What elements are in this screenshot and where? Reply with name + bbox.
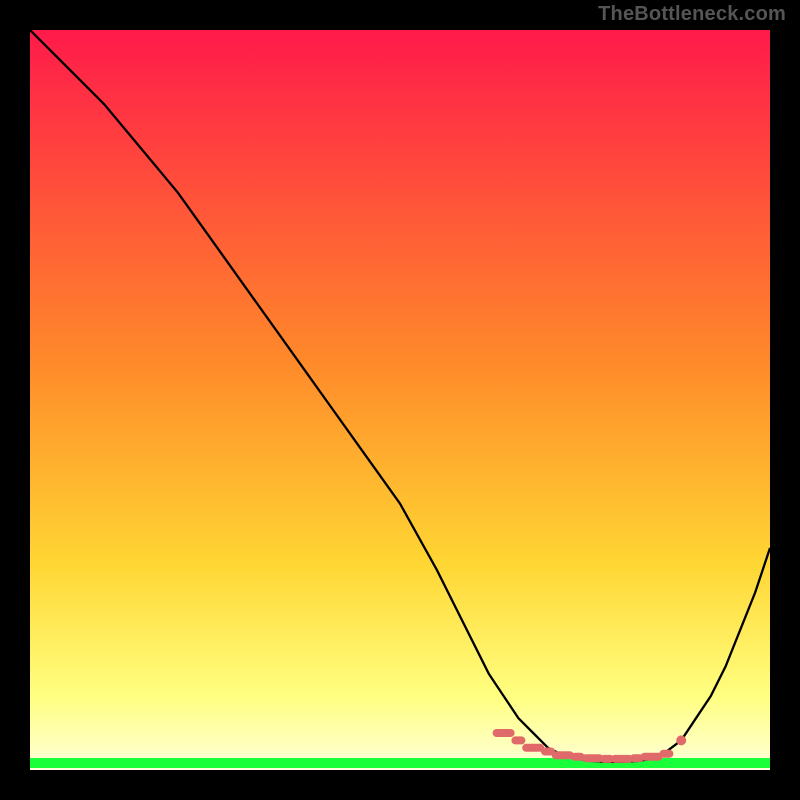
gradient-backdrop (30, 30, 770, 770)
watermark-text: TheBottleneck.com (598, 3, 786, 26)
plot-svg (30, 30, 770, 770)
chart-stage: TheBottleneck.com (0, 0, 800, 800)
plot-area (30, 30, 770, 770)
optimal-marker-dot (676, 735, 686, 745)
